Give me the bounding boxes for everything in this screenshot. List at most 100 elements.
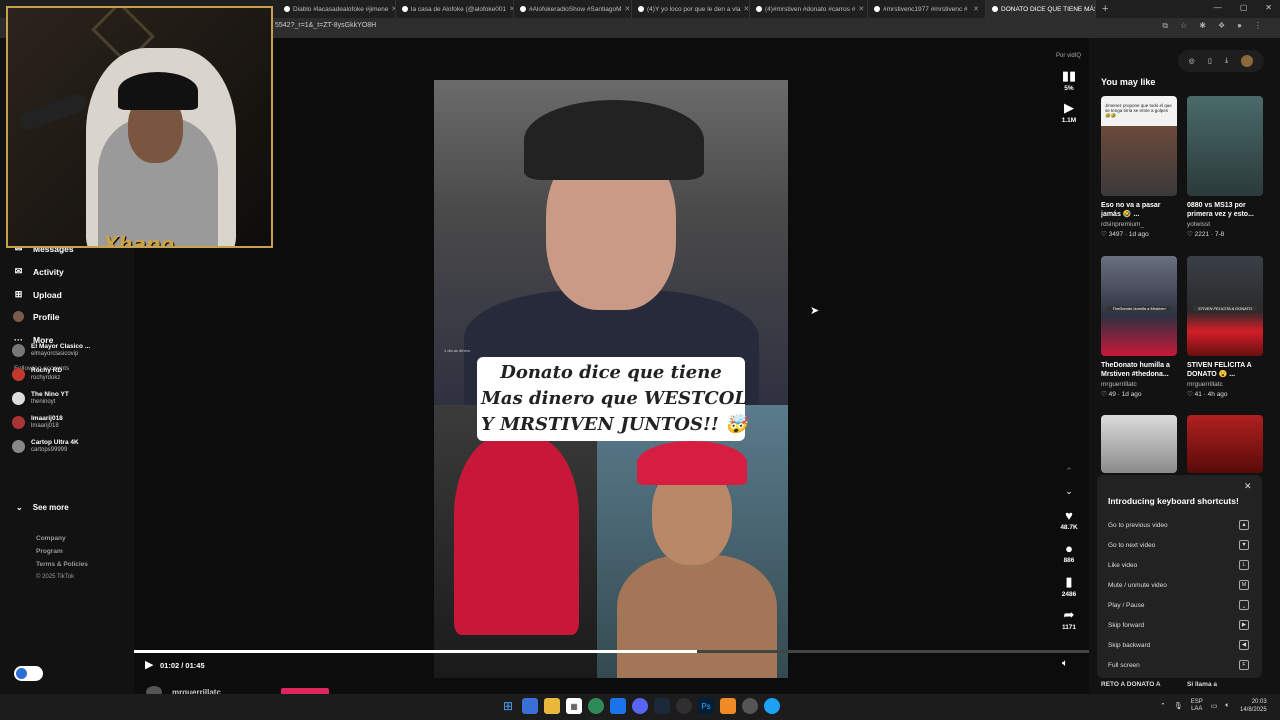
footer-company-link[interactable]: Company <box>36 535 66 542</box>
tab-label: Diablo #lacasadealofoke #jimene <box>293 5 389 13</box>
video-small-overlay: 1 dia as dinero <box>444 348 471 353</box>
copilot-icon[interactable] <box>522 698 538 714</box>
photoshop-icon[interactable]: Ps <box>698 698 714 714</box>
compass-icon[interactable]: ◎ <box>1189 57 1195 65</box>
browser-tab[interactable]: #mrstivenc1977 #mrstivenc # ✕ <box>868 0 986 18</box>
recommended-video-card[interactable]: 0880 vs MS13 por primera vez y esto... y… <box>1187 96 1263 238</box>
new-tab-button[interactable]: + <box>1102 3 1108 15</box>
edge-icon[interactable] <box>764 698 780 714</box>
extensions-puzzle-icon[interactable]: ❖ <box>1218 21 1225 31</box>
phone-icon[interactable]: ▯ <box>1208 57 1212 65</box>
video-time: 01:02 / 01:45 <box>160 661 205 670</box>
url-text[interactable]: 5542?_r=1&_t=ZT-8ysGkkYO8H <box>275 22 376 29</box>
close-window-icon[interactable]: ✕ <box>1265 3 1272 12</box>
browser-tab[interactable]: (4)Y yo loco por que le den a vla ✕ <box>632 0 750 18</box>
likes: 3497 <box>1108 231 1124 238</box>
user-avatar[interactable] <box>1241 55 1254 67</box>
close-icon[interactable]: ✕ <box>1244 481 1252 492</box>
file-explorer-icon[interactable] <box>544 698 560 714</box>
account-handle: rochyrdokz <box>31 374 61 381</box>
comment-button[interactable]: ● 886 <box>1049 541 1089 564</box>
recommended-video-card[interactable] <box>1101 415 1177 473</box>
video-title[interactable]: Si llama a <box>1187 681 1217 688</box>
recommended-video-card[interactable]: STIVEN FELICITA A DONATO STIVEN FELÍCITA… <box>1187 256 1263 398</box>
video-frame[interactable]: 1 dia as dinero Donato dice que tiene Ma… <box>434 80 788 678</box>
close-tab-icon[interactable]: ✕ <box>506 5 513 13</box>
download-icon[interactable]: ⤓ <box>1225 57 1228 65</box>
browser-tab[interactable]: Diablo #lacasadealofoke #jimene✕ <box>278 0 396 18</box>
share-button[interactable]: ➦ 1171 <box>1049 607 1089 631</box>
chevron-up-icon[interactable]: ⌃ <box>1160 702 1166 710</box>
network-icon[interactable]: ▭ <box>1211 702 1218 710</box>
microphone-icon[interactable]: 🎙︎ <box>1174 702 1183 710</box>
following-account[interactable]: Cartop Ultra 4K cartops99999 <box>12 439 79 454</box>
close-tab-icon[interactable]: ✕ <box>855 5 864 13</box>
close-tab-icon[interactable]: ✕ <box>740 5 749 13</box>
browser-tab[interactable]: la casa de Alofoke (@alofoke001✕ <box>396 0 514 18</box>
next-video-button[interactable]: ⌄ <box>1049 486 1089 497</box>
footer-program-link[interactable]: Program <box>36 548 63 555</box>
menu-dots-icon[interactable]: ⋮ <box>1254 21 1262 31</box>
video-thumbnail: STIVEN FELICITA A DONATO <box>1187 256 1263 356</box>
nav-activity[interactable]: ✉ Activity <box>13 266 64 277</box>
browser-tab[interactable]: (4)#mrstiven #donato #carros # ✕ <box>750 0 868 18</box>
profile-avatar-icon[interactable]: ● <box>1237 21 1242 31</box>
shortcut-row: Skip forward ▶ <box>1108 620 1249 630</box>
account-handle: theninoyt <box>31 398 56 405</box>
close-tab-icon[interactable]: ✕ <box>970 5 979 13</box>
extension-icon[interactable]: ✱ <box>1199 21 1206 31</box>
shortcut-label: Play / Pause <box>1108 601 1145 609</box>
obs-icon[interactable] <box>676 698 692 714</box>
recommended-video-card[interactable] <box>1187 415 1263 473</box>
taskbar-clock[interactable]: 20:03 14/8/2025 <box>1240 698 1267 714</box>
following-account[interactable]: El Mayor Clasico ... elmayorclasicovip <box>12 343 90 358</box>
steam-icon[interactable] <box>654 698 670 714</box>
video-title: TheDonato humilla a Mrstiven #thedona... <box>1101 362 1170 378</box>
browser-tab[interactable]: #AlofokeradioShow #SantiagoM ✕ <box>514 0 632 18</box>
close-tab-icon[interactable]: ✕ <box>388 5 395 13</box>
nav-profile[interactable]: Profile <box>13 311 59 322</box>
recommended-video-card[interactable]: Jimenez propone que todo el que se tenga… <box>1101 96 1177 238</box>
footer-terms-link[interactable]: Terms & Policies <box>36 561 88 568</box>
nav-upload[interactable]: ⊞ Upload <box>13 289 62 300</box>
discord-icon[interactable] <box>632 698 648 714</box>
recommended-video-card[interactable]: TheDonato humilla a Mrstiven TheDonato h… <box>1101 256 1177 398</box>
prev-video-button[interactable]: ⌃ <box>1049 466 1089 477</box>
play-icon[interactable]: ▶ <box>145 658 153 671</box>
chevron-up-icon: ⌃ <box>1065 466 1073 476</box>
progress-bar[interactable] <box>134 650 1089 653</box>
theme-toggle[interactable] <box>14 666 43 681</box>
volume-tray-icon[interactable]: 🔈︎ <box>1225 702 1229 710</box>
video-cap <box>524 100 704 180</box>
calendar-icon[interactable]: ▦ <box>566 698 582 714</box>
following-account[interactable]: Rochy RD rochyrdokz <box>12 367 62 382</box>
language-indicator[interactable]: ESP LAA <box>1191 699 1203 713</box>
upload-icon: ⊞ <box>14 289 23 299</box>
tab-label: la casa de Alofoke (@alofoke001 <box>411 5 507 13</box>
start-icon[interactable]: ⊞ <box>500 698 516 714</box>
vlc-icon[interactable] <box>720 698 736 714</box>
bookmark-star-icon[interactable]: ☆ <box>1180 21 1187 31</box>
settings-icon[interactable] <box>742 698 758 714</box>
following-account[interactable]: lmaarij018 lmaarij018 <box>12 415 63 430</box>
video-title[interactable]: RETO A DONATO A <box>1101 681 1161 688</box>
install-icon[interactable]: ⧉ <box>1162 21 1168 31</box>
outlook-icon[interactable] <box>610 698 626 714</box>
maximize-icon[interactable]: ▢ <box>1240 3 1248 12</box>
minimize-icon[interactable]: — <box>1214 3 1222 12</box>
see-more-button[interactable]: ⌄ See more <box>16 503 69 512</box>
stats-percent: 5% <box>1064 85 1074 92</box>
stats-button[interactable]: ▮▮ 5% <box>1049 68 1089 92</box>
shares-count: 1171 <box>1061 624 1077 631</box>
volume-icon[interactable]: 🔈︎ <box>1062 658 1068 669</box>
chrome-icon[interactable] <box>588 698 604 714</box>
close-tab-icon[interactable]: ✕ <box>622 5 631 13</box>
views-button[interactable]: ▶ 1.1M <box>1049 100 1089 124</box>
caption-line: Y MRSTIVEN JUNTOS!! 🤯 <box>481 414 748 435</box>
browser-tab[interactable]: DONATO DICE QUE TIENE MÁS D✕ <box>986 0 1096 18</box>
following-account[interactable]: The Nino YT theninoyt <box>12 391 69 406</box>
avatar <box>12 367 25 381</box>
you-may-like-heading: You may like <box>1101 77 1156 87</box>
save-button[interactable]: ▮ 2486 <box>1049 574 1089 598</box>
like-button[interactable]: ♥ 48.7K <box>1049 508 1089 531</box>
